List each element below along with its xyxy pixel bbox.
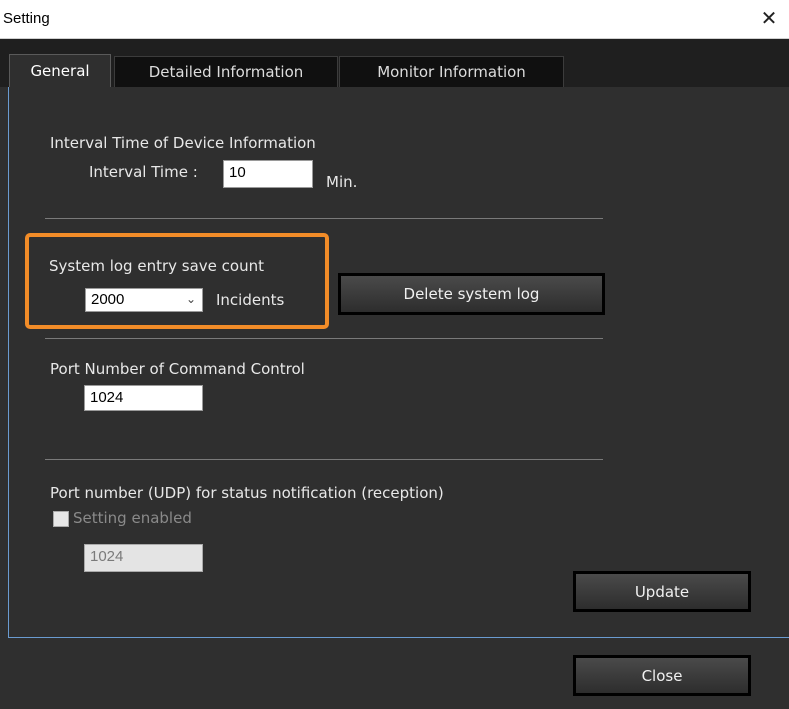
close-icon[interactable]: ✕ — [759, 6, 779, 30]
window-title: Setting — [3, 10, 50, 27]
interval-time-label: Interval Time : — [89, 163, 198, 181]
separator — [45, 218, 603, 219]
highlight-box — [25, 233, 329, 329]
panel-border-bottom — [9, 637, 789, 638]
delete-system-log-button[interactable]: Delete system log — [338, 273, 605, 315]
interval-time-input[interactable]: 10 — [223, 160, 313, 188]
tab-detailed-information[interactable]: Detailed Information — [114, 56, 338, 87]
setting-enabled-checkbox[interactable] — [53, 511, 69, 527]
tab-monitor-information[interactable]: Monitor Information — [339, 56, 564, 87]
udp-port-heading: Port number (UDP) for status notificatio… — [50, 484, 444, 502]
update-button[interactable]: Update — [573, 571, 751, 612]
command-port-input[interactable]: 1024 — [84, 385, 203, 411]
general-tab-panel: Interval Time of Device Information Inte… — [9, 87, 789, 637]
system-log-count-value: 2000 — [91, 291, 125, 308]
system-log-unit-label: Incidents — [216, 291, 285, 309]
chevron-down-icon: ⌄ — [185, 292, 196, 306]
dialog-client-area: General Detailed Information Monitor Inf… — [0, 39, 789, 709]
system-log-heading: System log entry save count — [49, 257, 264, 275]
close-button[interactable]: Close — [573, 655, 751, 696]
interval-heading: Interval Time of Device Information — [50, 134, 316, 152]
title-bar: Setting ✕ — [0, 0, 789, 39]
tab-general[interactable]: General — [9, 54, 111, 87]
separator — [45, 459, 603, 460]
setting-enabled-label: Setting enabled — [73, 509, 192, 527]
tab-strip: General Detailed Information Monitor Inf… — [0, 39, 789, 87]
interval-unit-label: Min. — [326, 173, 358, 191]
system-log-count-select[interactable]: 2000 ⌄ — [85, 288, 203, 312]
command-port-heading: Port Number of Command Control — [50, 360, 305, 378]
udp-port-input[interactable]: 1024 — [84, 544, 203, 572]
separator — [45, 338, 603, 339]
